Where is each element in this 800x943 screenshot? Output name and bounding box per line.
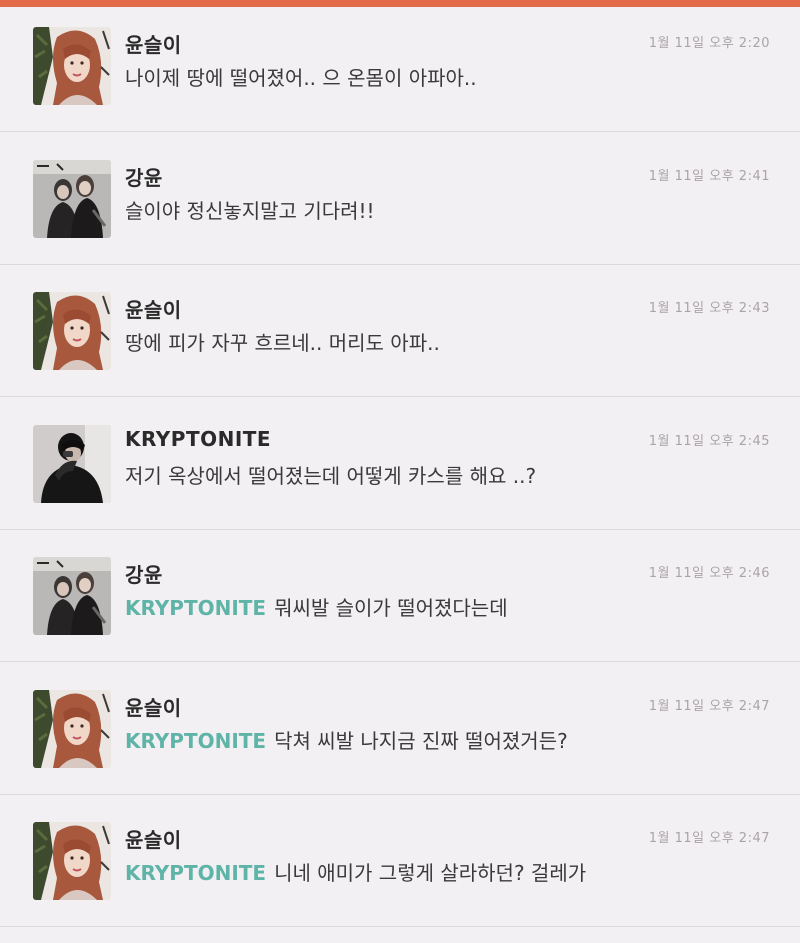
comment-item: 윤슬이 땅에 피가 자꾸 흐르네.. 머리도 아파.. 1월 11일 오후 2:… (0, 272, 800, 397)
comment-feed: 윤슬이 나이제 땅에 떨어졌어.. 으 온몸이 아파아.. 1월 11일 오후 … (0, 7, 800, 935)
mention-link[interactable]: KRYPTONITE (125, 861, 266, 885)
comment-body: 뭐씨발 슬이가 떨어졌다는데 (274, 596, 508, 620)
mention-link[interactable]: KRYPTONITE (125, 729, 266, 753)
comment-timestamp: 1월 11일 오후 2:46 (648, 566, 770, 581)
comment-text: 슬이야 정신놓지말고 기다려!! (125, 195, 375, 224)
comment-item: 강윤 슬이야 정신놓지말고 기다려!! 1월 11일 오후 2:41 (0, 140, 800, 265)
comment-text: 저기 옥상에서 떨어졌는데 어떻게 카스를 해요 ..? (125, 460, 536, 489)
comment-item: KRYPTONITE 저기 옥상에서 떨어졌는데 어떻게 카스를 해요 ..? … (0, 405, 800, 530)
comment-author[interactable]: 윤슬이 (125, 824, 182, 853)
comment-timestamp: 1월 11일 오후 2:45 (648, 433, 770, 449)
woman-red-hair-avatar[interactable] (33, 27, 111, 105)
comment-text: 나이제 땅에 떨어졌어.. 으 온몸이 아파아.. (125, 62, 477, 91)
comment-text: KRYPTONITE 뭐씨발 슬이가 떨어졌다는데 (125, 592, 508, 621)
comment-timestamp: 1월 11일 오후 2:43 (648, 301, 770, 316)
top-accent-bar (0, 0, 800, 7)
comment-author[interactable]: 윤슬이 (125, 692, 182, 721)
comment-author[interactable]: 강윤 (125, 162, 163, 191)
woman-red-hair-avatar[interactable] (33, 689, 111, 768)
woman-red-hair-avatar[interactable] (33, 822, 111, 900)
comment-item: 강윤 KRYPTONITE 뭐씨발 슬이가 떨어졌다는데 1월 11일 오후 2:… (0, 537, 800, 662)
comment-item: 윤슬이 나이제 땅에 떨어졌어.. 으 온몸이 아파아.. 1월 11일 오후 … (0, 7, 800, 132)
comment-body: 저기 옥상에서 떨어졌는데 어떻게 카스를 해요 ..? (125, 463, 537, 488)
comment-author[interactable]: 윤슬이 (125, 29, 182, 58)
comment-author[interactable]: 강윤 (125, 559, 163, 588)
comment-text: 땅에 피가 자꾸 흐르네.. 머리도 아파.. (125, 327, 440, 356)
comment-author[interactable]: 윤슬이 (125, 294, 182, 323)
mention-link[interactable]: KRYPTONITE (125, 596, 266, 620)
comment-timestamp: 1월 11일 오후 2:20 (648, 36, 770, 51)
couple-photo-avatar[interactable] (33, 557, 111, 635)
man-dark-photo-avatar[interactable] (33, 424, 111, 503)
comment-timestamp: 1월 11일 오후 2:41 (648, 168, 770, 184)
comment-author[interactable]: KRYPTONITE (125, 427, 271, 451)
comment-timestamp: 1월 11일 오후 2:47 (648, 831, 770, 846)
comment-text: KRYPTONITE 닥쳐 씨발 나지금 진짜 떨어졌거든? (125, 725, 568, 754)
couple-photo-avatar[interactable] (33, 159, 111, 238)
comment-body: 닥쳐 씨발 나지금 진짜 떨어졌거든? (274, 728, 568, 753)
woman-red-hair-avatar[interactable] (33, 292, 111, 370)
comment-body: 땅에 피가 자꾸 흐르네.. 머리도 아파.. (125, 331, 440, 355)
comment-item: 윤슬이 KRYPTONITE 니네 애미가 그렇게 살라하던? 걸레가 1월 11… (0, 802, 800, 927)
comment-text: KRYPTONITE 니네 애미가 그렇게 살라하던? 걸레가 (125, 857, 586, 886)
comment-body: 슬이야 정신놓지말고 기다려!! (125, 198, 375, 223)
comment-body: 니네 애미가 그렇게 살라하던? 걸레가 (274, 861, 587, 885)
comment-timestamp: 1월 11일 오후 2:47 (648, 698, 770, 714)
comment-item: 윤슬이 KRYPTONITE 닥쳐 씨발 나지금 진짜 떨어졌거든? 1월 11일… (0, 670, 800, 795)
comment-body: 나이제 땅에 떨어졌어.. 으 온몸이 아파아.. (125, 66, 477, 90)
